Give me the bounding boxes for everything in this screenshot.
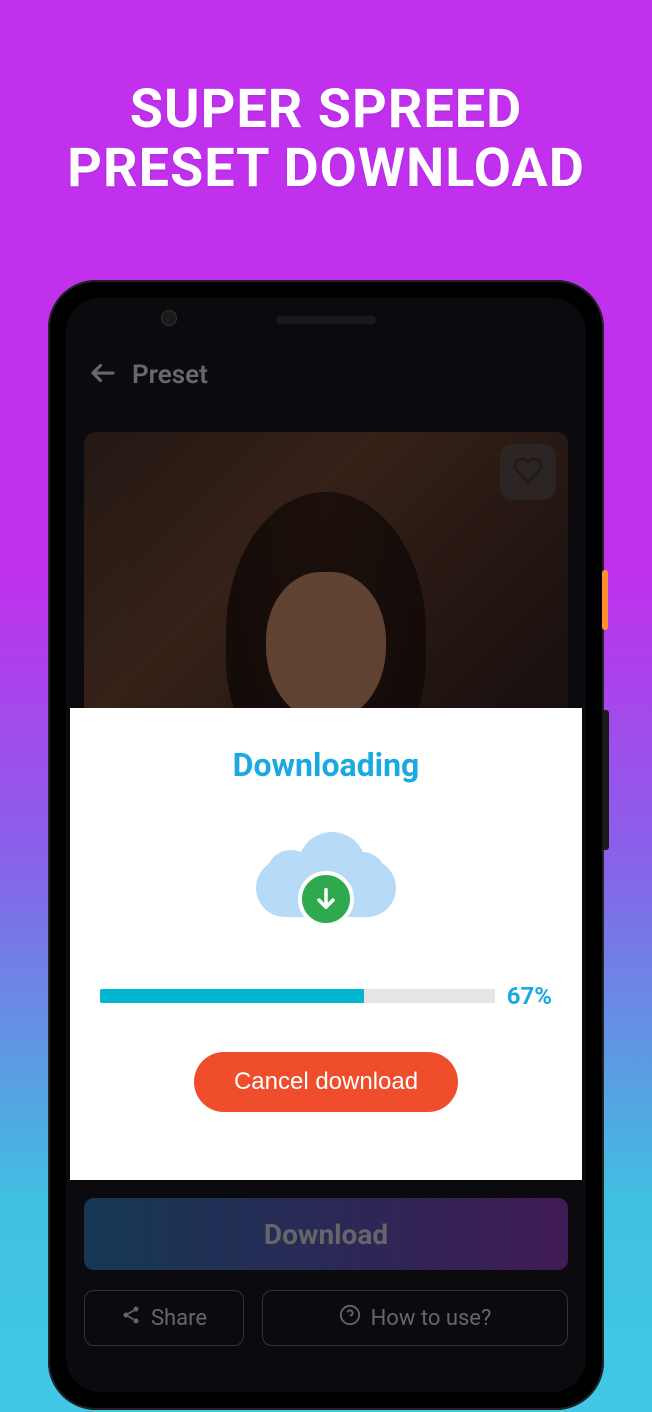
download-button[interactable]: Download [84,1198,568,1270]
phone-screen: Preset Downloading [66,298,586,1392]
back-icon[interactable] [88,358,118,392]
app-bar: Preset [66,338,586,402]
cancel-download-button[interactable]: Cancel download [194,1052,458,1112]
downloading-dialog: Downloading [70,708,582,1180]
bottom-actions: Share How to use? [84,1290,568,1346]
progress-row: 67% [90,982,562,1010]
share-icon [121,1305,141,1331]
howto-label: How to use? [371,1306,492,1331]
download-button-label: Download [264,1218,388,1251]
progress-bar [100,989,495,1003]
progress-fill [100,989,364,1003]
phone-volume-button [602,710,609,850]
headline-line2: PRESET DOWNLOAD [0,139,652,198]
phone-speaker [276,316,376,324]
cloud-download-icon [90,832,562,942]
arrow-down-icon [298,871,354,927]
help-icon [339,1304,361,1332]
phone-mockup: Preset Downloading [48,280,604,1410]
page-title: Preset [132,360,208,390]
phone-power-button [602,570,608,630]
share-label: Share [151,1306,207,1331]
promo-headline: SUPER SPREED PRESET DOWNLOAD [0,0,652,199]
progress-percent: 67% [507,982,552,1010]
phone-notch [66,298,586,338]
headline-line1: SUPER SPREED [0,80,652,139]
share-button[interactable]: Share [84,1290,244,1346]
phone-camera [161,310,177,326]
howto-button[interactable]: How to use? [262,1290,568,1346]
favorite-button[interactable] [500,444,556,500]
heart-icon [513,455,543,489]
dialog-title: Downloading [90,746,562,784]
